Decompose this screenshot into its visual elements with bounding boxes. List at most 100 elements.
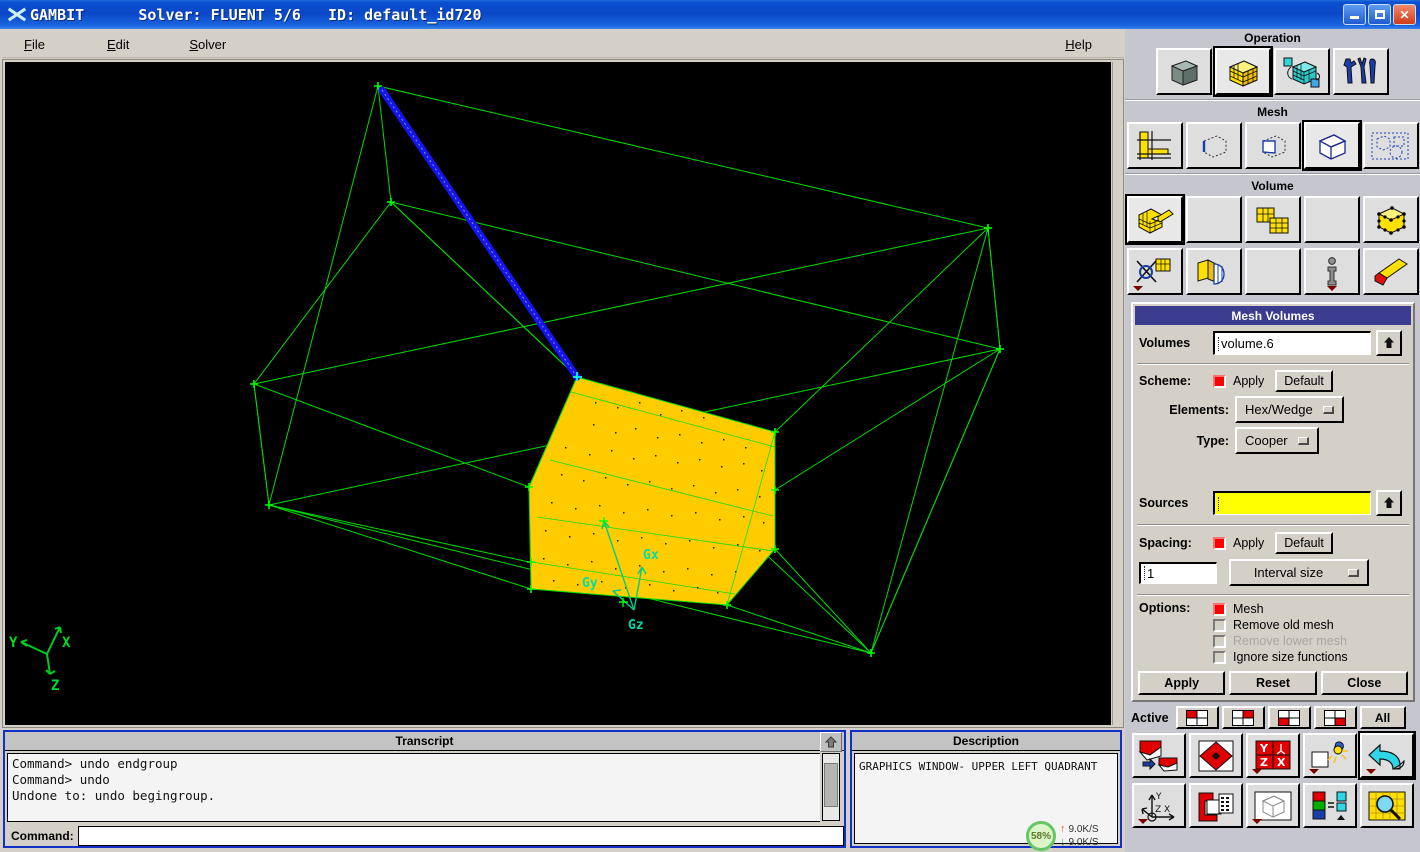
active-label: Active <box>1131 710 1169 725</box>
dashed-edge-icon <box>1202 134 1226 158</box>
maximize-button[interactable] <box>1368 4 1391 25</box>
operation-button-geometry[interactable] <box>1156 48 1212 95</box>
quadrant-button-all[interactable]: All <box>1359 706 1406 729</box>
global-button-color-settings[interactable] <box>1302 783 1357 828</box>
transcript-output[interactable]: Command> undo endgroup Command> undo Und… <box>7 753 823 822</box>
undo-arrow-icon <box>1367 743 1405 770</box>
wire-cube-icon <box>1254 791 1291 820</box>
volume-button-mesh-volumes[interactable] <box>1126 196 1183 243</box>
sources-picker-button[interactable] <box>1376 490 1402 516</box>
window-select-icon <box>1137 740 1177 772</box>
mesh-button-volume[interactable] <box>1303 122 1360 169</box>
volume-button-mesh-summary[interactable] <box>1303 248 1360 295</box>
volume-button-blank-1[interactable] <box>1185 196 1242 243</box>
bottom-docked-panels: Transcript Command> undo endgroup Comman… <box>0 729 1125 852</box>
option-remove-lower-mesh-label: Remove lower mesh <box>1233 634 1347 648</box>
scroll-track[interactable] <box>822 753 840 821</box>
volumes-value: volume.6 <box>1221 336 1274 351</box>
scroll-up-button[interactable] <box>820 732 842 752</box>
option-remove-lower-mesh: Remove lower mesh <box>1213 633 1348 649</box>
menu-item-solver[interactable]: Solver <box>181 35 234 54</box>
mesh-button-group[interactable] <box>1362 122 1419 169</box>
global-button-examine-mesh[interactable] <box>1188 783 1243 828</box>
spacing-apply-checkbox[interactable] <box>1213 536 1226 550</box>
panel-action-buttons: Apply Reset Close <box>1133 667 1413 700</box>
menu-item-edit[interactable]: Edit <box>99 35 137 54</box>
sources-input[interactable] <box>1213 491 1371 515</box>
svg-text:Z: Z <box>1155 805 1161 815</box>
global-button-fit-to-window[interactable] <box>1188 733 1243 778</box>
volume-button-volume-nodes[interactable] <box>1362 196 1419 243</box>
viewport-vertical-scrollbar[interactable] <box>1112 62 1122 725</box>
axis-triad-icon: Y Z X <box>1140 792 1174 822</box>
volume-button-blank-3[interactable] <box>1244 248 1301 295</box>
volumes-picker-button[interactable] <box>1376 330 1402 356</box>
volumes-field-row: Volumes volume.6 <box>1133 325 1413 361</box>
transcript-scrollbar[interactable] <box>820 732 842 823</box>
scheme-apply-checkbox[interactable] <box>1213 374 1226 388</box>
axis-x-label: X <box>62 635 71 651</box>
graphics-viewport[interactable]: Gx Gy Gz X Y Z <box>5 62 1111 725</box>
quadrant-button-lower-left[interactable] <box>1267 706 1311 729</box>
scroll-thumb[interactable] <box>824 763 838 807</box>
grey-cube-icon <box>1170 59 1199 86</box>
spacing-unit-option-menu[interactable]: Interval size <box>1229 559 1369 586</box>
menu-item-help[interactable]: Help <box>1057 35 1100 54</box>
global-button-undo[interactable] <box>1359 733 1414 778</box>
operation-button-zones[interactable] <box>1274 48 1330 95</box>
model-triad-x-label: Gx <box>643 548 659 563</box>
type-option-menu[interactable]: Cooper <box>1235 427 1319 454</box>
volume-button-delete-volume-mesh[interactable] <box>1362 248 1419 295</box>
quadrant-button-upper-right[interactable] <box>1221 706 1265 729</box>
global-button-orient-model[interactable]: Y Z X <box>1245 733 1300 778</box>
option-mesh[interactable]: Mesh <box>1213 601 1348 617</box>
svg-text:Y: Y <box>1155 792 1162 802</box>
apply-button[interactable]: Apply <box>1138 671 1226 695</box>
examine-mesh-icon <box>1198 792 1233 821</box>
volumes-input[interactable]: volume.6 <box>1213 331 1371 355</box>
operation-button-tools[interactable] <box>1333 48 1389 95</box>
mesh-volumes-panel-title: Mesh Volumes <box>1135 306 1411 325</box>
reset-button[interactable]: Reset <box>1229 671 1317 695</box>
global-button-display-grid[interactable] <box>1245 783 1300 828</box>
mesh-button-face[interactable] <box>1244 122 1301 169</box>
volume-button-mesh-volume-copy[interactable] <box>1244 196 1301 243</box>
spacing-default-button[interactable]: Default <box>1275 532 1333 554</box>
operation-button-mesh[interactable] <box>1215 48 1271 95</box>
option-remove-old-mesh[interactable]: Remove old mesh <box>1213 617 1348 633</box>
mesh-button-edge[interactable] <box>1185 122 1242 169</box>
command-label: Command: <box>7 829 78 843</box>
minimize-button[interactable] <box>1343 4 1366 25</box>
global-button-zoom-view[interactable] <box>1359 783 1414 828</box>
global-button-coordinate-system[interactable]: Y Z X <box>1131 783 1186 828</box>
yellow-mesh-cube-icon <box>1228 59 1259 87</box>
global-button-render-model[interactable] <box>1302 733 1357 778</box>
option-mesh-checkbox[interactable] <box>1213 602 1226 616</box>
mesh-button-boundary-layer[interactable] <box>1126 122 1183 169</box>
global-button-select-graphics-window[interactable] <box>1131 733 1186 778</box>
svg-text:X: X <box>1164 805 1170 815</box>
window-title: GAMBIT Solver: FLUENT 5/6 ID: default_id… <box>30 5 482 24</box>
option-ignore-size-functions-label: Ignore size functions <box>1233 650 1348 664</box>
svg-text:Z: Z <box>1260 756 1268 769</box>
menu-item-file[interactable]: File <box>16 35 53 54</box>
volume-button-row-2 <box>1125 247 1420 299</box>
option-mesh-label: Mesh <box>1233 602 1264 616</box>
elements-row: Elements: Hex/Wedge <box>1133 394 1413 425</box>
command-input[interactable] <box>77 826 844 846</box>
volume-button-blank-2[interactable] <box>1303 196 1360 243</box>
group-shapes-icon <box>1371 132 1408 159</box>
volume-button-smooth-volume-mesh[interactable] <box>1126 248 1183 295</box>
option-ignore-size-functions[interactable]: Ignore size functions <box>1213 649 1348 665</box>
volume-button-mesh-element[interactable] <box>1185 248 1242 295</box>
close-button[interactable]: ✕ <box>1393 4 1416 25</box>
axis-z-label: Z <box>51 678 59 694</box>
quadrant-button-upper-left[interactable] <box>1175 706 1219 729</box>
scheme-default-button[interactable]: Default <box>1275 370 1333 392</box>
option-remove-old-mesh-checkbox[interactable] <box>1213 618 1226 632</box>
elements-option-menu[interactable]: Hex/Wedge <box>1235 396 1344 423</box>
quadrant-button-lower-right[interactable] <box>1313 706 1357 729</box>
spacing-input[interactable]: 1 <box>1139 561 1217 584</box>
option-ignore-size-functions-checkbox[interactable] <box>1213 650 1226 664</box>
close-panel-button[interactable]: Close <box>1320 671 1408 695</box>
